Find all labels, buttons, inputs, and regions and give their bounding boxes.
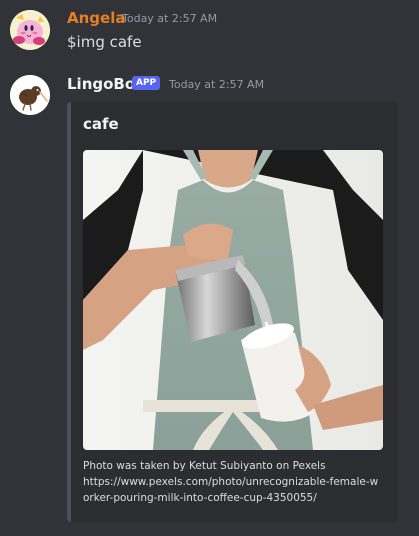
kiwi-bird-avatar-icon <box>10 75 50 115</box>
message-author[interactable]: Angela <box>67 9 125 27</box>
user-avatar[interactable] <box>10 10 50 50</box>
embed-image[interactable] <box>83 150 383 450</box>
chat-view: Angela Today at 2:57 AM $img cafe LingoB… <box>0 0 419 536</box>
photo-link[interactable]: https://www.pexels.com/photo/unrecogniza… <box>83 476 378 504</box>
embed-title: cafe <box>83 115 119 133</box>
barista-photo-icon <box>83 150 383 450</box>
bot-avatar[interactable] <box>10 75 50 115</box>
kirby-avatar-icon <box>10 10 50 50</box>
app-badge: APP <box>132 76 161 90</box>
message-timestamp[interactable]: Today at 2:57 AM <box>169 78 264 92</box>
photo-credit: Photo was taken by Ketut Subiyanto on Pe… <box>83 460 326 472</box>
embed-footer: Photo was taken by Ketut Subiyanto on Pe… <box>83 458 383 506</box>
message-embed: cafe Photo was taken by Ketut Subiyanto … <box>67 102 398 522</box>
message-timestamp[interactable]: Today at 2:57 AM <box>122 12 217 26</box>
message-text: $img cafe <box>67 33 142 51</box>
